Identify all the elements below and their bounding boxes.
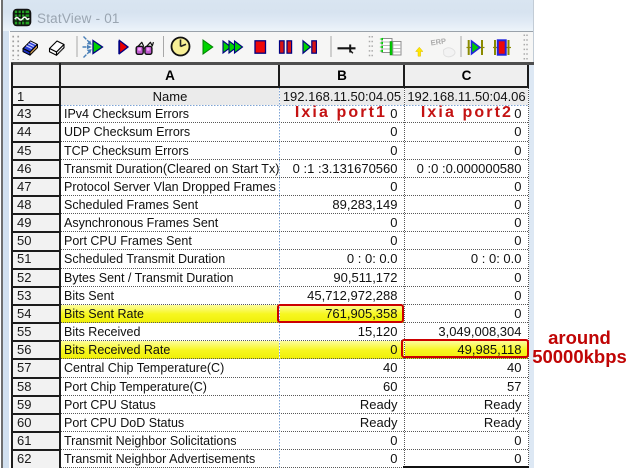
svg-text:ERP: ERP xyxy=(430,36,447,47)
